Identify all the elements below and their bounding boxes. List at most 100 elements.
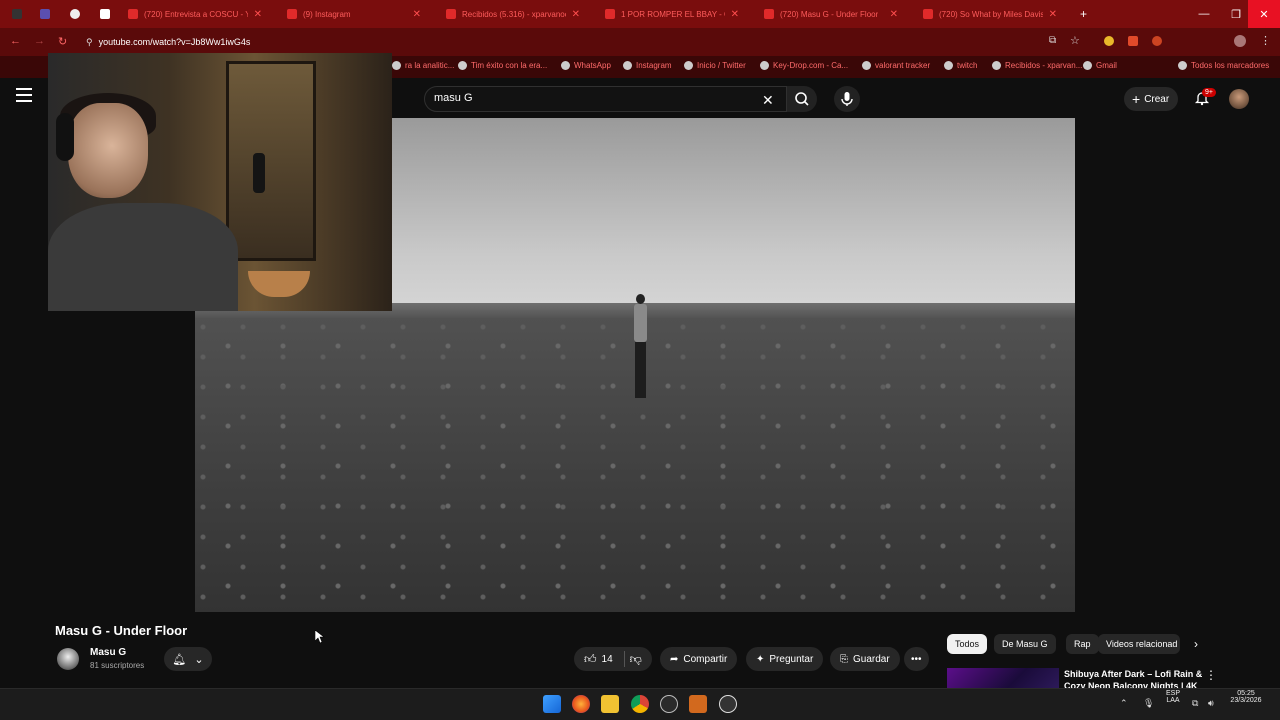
media-player-icon[interactable] xyxy=(719,695,737,713)
browser-tab[interactable]: (720) Masu G - Under Floor ✕ xyxy=(756,2,906,26)
bookmark-favicon-icon xyxy=(684,61,693,70)
more-actions-button[interactable]: ••• xyxy=(904,647,929,671)
cast-icon[interactable]: ⧉ xyxy=(1049,35,1056,46)
share-button[interactable]: ➦ Compartir xyxy=(660,647,738,671)
extension-icon[interactable] xyxy=(1152,36,1162,46)
forward-icon[interactable]: → xyxy=(34,35,45,47)
browser-tab[interactable]: (720) Entrevista a COSCU - Yo ✕ xyxy=(120,2,270,26)
recommended-video-menu-icon[interactable]: ⋮ xyxy=(1205,668,1217,682)
tray-chevron-icon[interactable]: ⌃ xyxy=(1120,698,1128,709)
firefox-icon[interactable] xyxy=(572,695,590,713)
search-input[interactable] xyxy=(424,86,787,112)
chrome-icon[interactable] xyxy=(631,695,649,713)
extension-icon[interactable] xyxy=(1104,36,1114,46)
tab-icon-1[interactable] xyxy=(4,2,24,26)
chevron-down-icon: ⌄ xyxy=(194,653,204,666)
channel-avatar[interactable] xyxy=(57,648,79,670)
sparkle-icon: ✦ xyxy=(756,653,765,665)
bookmark-item[interactable]: Gmail xyxy=(1083,61,1117,70)
filter-chip[interactable]: Todos xyxy=(947,634,988,654)
clock-time: 05:25 xyxy=(1237,690,1255,697)
thumbs-down-icon[interactable]: 👎︎ xyxy=(630,652,642,667)
bookmark-item[interactable]: Key-Drop.com - Ca... xyxy=(760,61,848,70)
address-field[interactable]: ⚲ youtube.com/watch?v=Jb8Ww1iwG4s xyxy=(86,33,1056,51)
account-avatar[interactable] xyxy=(1229,89,1249,109)
bookmark-item[interactable]: Inicio / Twitter xyxy=(684,61,746,70)
microphone-icon xyxy=(841,92,853,106)
filter-chip[interactable]: Videos relacionad xyxy=(1098,634,1180,654)
voice-search-button[interactable] xyxy=(834,86,860,112)
channel-name[interactable]: Masu G xyxy=(90,647,126,658)
filter-chip[interactable]: De Masu G xyxy=(994,634,1056,654)
bookmark-favicon-icon xyxy=(944,61,953,70)
bookmark-favicon-icon xyxy=(561,61,570,70)
tab-icon-4[interactable] xyxy=(92,2,112,26)
search-button[interactable] xyxy=(787,86,817,112)
clear-search-icon[interactable]: ✕ xyxy=(762,92,774,109)
bookmark-favicon-icon xyxy=(458,61,467,70)
bookmark-item[interactable]: Todos los marcadores xyxy=(1178,61,1269,70)
bookmark-label: Instagram xyxy=(636,61,672,70)
create-button[interactable]: + Crear xyxy=(1124,87,1178,111)
bookmark-favicon-icon xyxy=(862,61,871,70)
bookmark-item[interactable]: Tim éxito con la era... xyxy=(458,61,547,70)
site-info-icon[interactable]: ⚲ xyxy=(86,37,93,48)
bookmark-item[interactable]: Recibidos - xparvan... xyxy=(992,61,1082,70)
windows-start-icon[interactable] xyxy=(543,695,561,713)
minimize-button[interactable]: — xyxy=(1188,0,1220,28)
network-icon[interactable]: ⧉ xyxy=(1192,698,1198,709)
profile-icon[interactable] xyxy=(1234,35,1246,47)
browser-tab[interactable]: 1 POR ROMPER EL BBAY - Goo ✕ xyxy=(597,2,747,26)
bookmark-icon: ⎘ xyxy=(840,653,848,665)
browser-menu-icon[interactable]: ⋮ xyxy=(1260,34,1271,47)
browser-tab[interactable]: (9) Instagram ✕ xyxy=(279,2,429,26)
bookmark-favicon-icon xyxy=(392,61,401,70)
video-title: Masu G - Under Floor xyxy=(55,623,188,638)
like-button[interactable]: 👍︎ 14 👎︎ xyxy=(574,647,652,671)
app-icon[interactable] xyxy=(660,695,678,713)
hamburger-menu-icon[interactable] xyxy=(16,88,32,102)
new-tab-button[interactable]: + xyxy=(1072,2,1095,26)
browser-tab[interactable]: (720) So What by Miles Davis ✕ xyxy=(915,2,1065,26)
tray-microphone-icon[interactable]: 🎙︎ xyxy=(1143,698,1154,709)
tab-close-icon[interactable]: ✕ xyxy=(572,9,580,20)
bookmark-item[interactable]: ra la analitic... xyxy=(392,61,454,70)
bookmark-label: Gmail xyxy=(1096,61,1117,70)
share-label: Compartir xyxy=(683,653,728,665)
subscription-bell-button[interactable]: 🔔︎ ⌄ xyxy=(164,647,212,671)
bookmark-favicon-icon xyxy=(1083,61,1092,70)
tab-close-icon[interactable]: ✕ xyxy=(413,9,421,20)
tab-close-icon[interactable]: ✕ xyxy=(1049,9,1057,20)
ask-button[interactable]: ✦ Preguntar xyxy=(746,647,824,671)
create-label: Crear xyxy=(1144,93,1170,105)
back-icon[interactable]: ← xyxy=(10,35,21,47)
recommended-video-thumbnail[interactable] xyxy=(947,668,1059,690)
webcam-overlay xyxy=(48,53,392,311)
volume-icon[interactable]: 🔊︎ xyxy=(1208,698,1214,709)
clock-date: 23/3/2026 xyxy=(1230,697,1262,704)
bookmark-item[interactable]: Instagram xyxy=(623,61,672,70)
tab-close-icon[interactable]: ✕ xyxy=(254,9,262,20)
tab-icon-3[interactable] xyxy=(62,2,82,26)
close-window-button[interactable]: ✕ xyxy=(1248,0,1280,28)
reload-icon[interactable]: ↻ xyxy=(58,35,67,48)
chips-next-icon[interactable]: › xyxy=(1194,637,1198,651)
browser-tab[interactable]: Recibidos (5.316) - xparvanoci ✕ xyxy=(438,2,588,26)
tab-icon-2[interactable] xyxy=(32,2,52,26)
app-icon[interactable] xyxy=(689,695,707,713)
file-explorer-icon[interactable] xyxy=(601,695,619,713)
tab-close-icon[interactable]: ✕ xyxy=(731,9,739,20)
bookmark-favicon-icon xyxy=(1178,61,1187,70)
filter-chip[interactable]: Rap xyxy=(1066,634,1099,654)
clock[interactable]: 05:25 23/3/2026 xyxy=(1224,690,1268,704)
thumbs-up-icon: 👍︎ xyxy=(584,651,597,666)
bookmark-star-icon[interactable]: ☆ xyxy=(1070,34,1080,47)
bookmark-item[interactable]: WhatsApp xyxy=(561,61,611,70)
save-button[interactable]: ⎘ Guardar xyxy=(830,647,900,671)
tab-title: Recibidos (5.316) - xparvanoci xyxy=(462,9,566,19)
keyboard-language[interactable]: ESP LAA xyxy=(1160,690,1186,704)
bookmark-item[interactable]: twitch xyxy=(944,61,977,70)
bookmark-item[interactable]: valorant tracker xyxy=(862,61,930,70)
tab-close-icon[interactable]: ✕ xyxy=(890,9,898,20)
extension-icon[interactable] xyxy=(1128,36,1138,46)
